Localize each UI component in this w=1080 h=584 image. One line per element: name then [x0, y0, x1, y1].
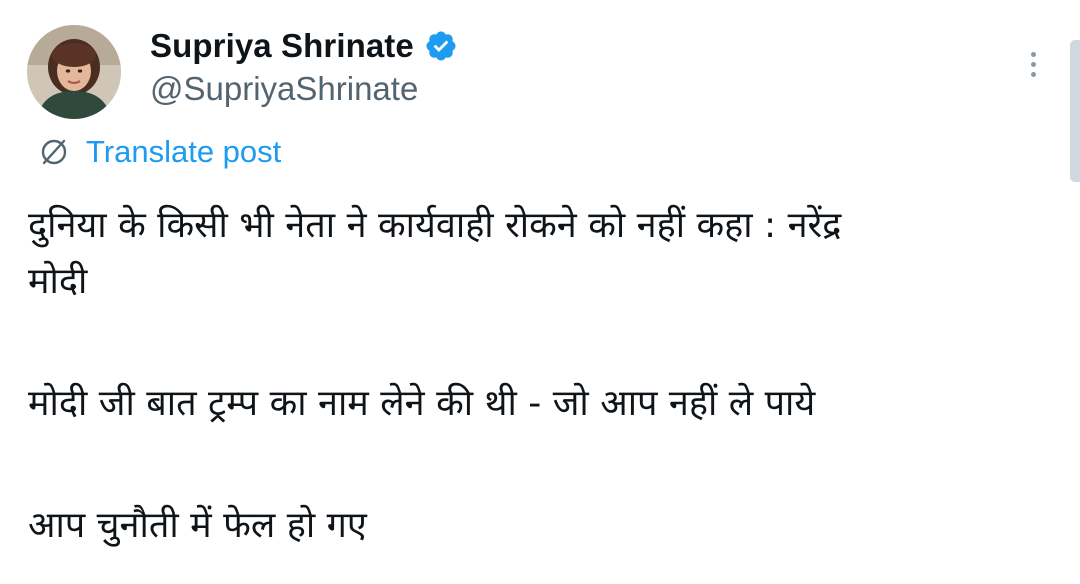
post-line: आप चुनौती में फेल हो गए — [28, 505, 367, 546]
author-handle[interactable]: @SupriyaShrinate — [150, 70, 418, 108]
author-name-row: Supriya Shrinate — [150, 24, 458, 68]
verified-badge-icon — [426, 31, 456, 61]
globe-icon — [41, 139, 67, 165]
translate-post-link[interactable]: Translate post — [38, 132, 281, 172]
more-dot — [1030, 51, 1036, 57]
avatar-image — [27, 25, 121, 119]
more-options-icon[interactable] — [1018, 44, 1048, 84]
avatar[interactable] — [27, 25, 121, 119]
post-card: Supriya Shrinate @SupriyaShrinate Transl… — [0, 0, 1080, 584]
post-line: मोदी — [28, 261, 88, 302]
scrollbar[interactable] — [1070, 40, 1080, 182]
more-dot — [1030, 61, 1036, 67]
author-name[interactable]: Supriya Shrinate — [150, 27, 414, 65]
more-dot — [1030, 71, 1036, 77]
post-body: दुनिया के किसी भी नेता ने कार्यवाही रोकन… — [28, 198, 1048, 554]
translate-post-label: Translate post — [86, 134, 282, 169]
post-line: दुनिया के किसी भी नेता ने कार्यवाही रोकन… — [28, 205, 842, 246]
post-line: मोदी जी बात ट्रम्प का नाम लेने की थी - ज… — [28, 383, 816, 424]
